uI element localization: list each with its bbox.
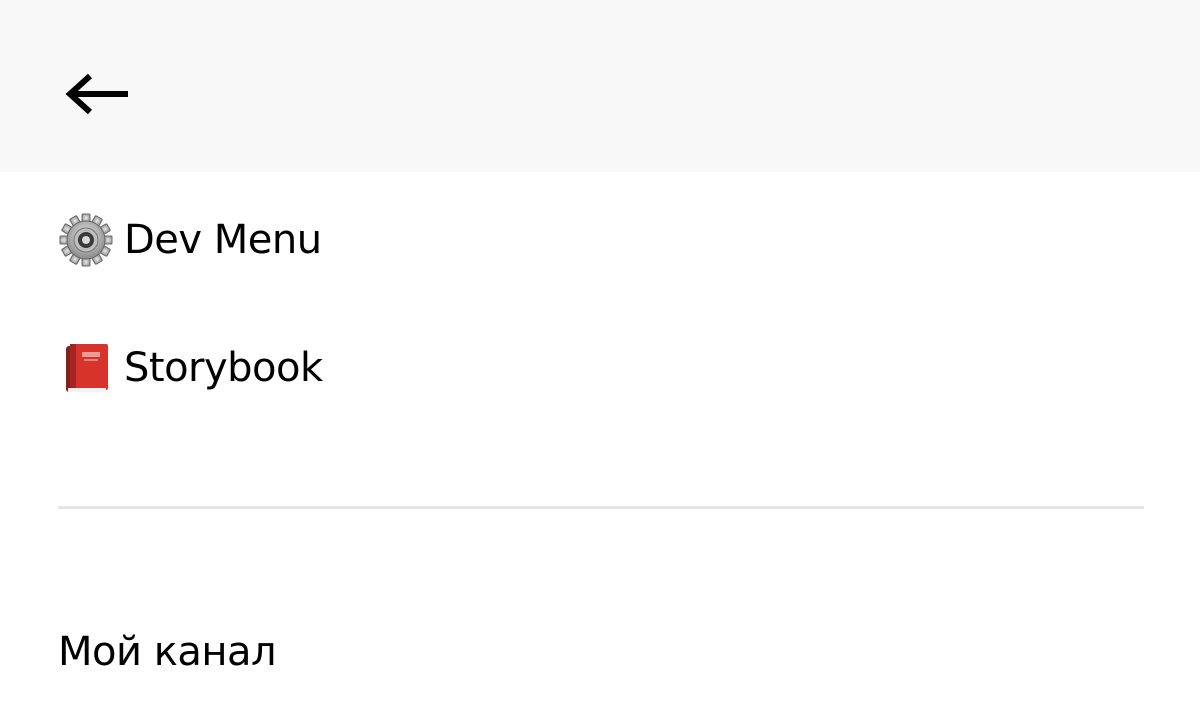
menu-item-label: Dev Menu	[124, 217, 322, 263]
menu-item-label: Storybook	[124, 345, 323, 391]
book-icon	[58, 340, 114, 396]
arrow-left-icon	[65, 73, 128, 115]
divider	[58, 506, 1144, 509]
menu-item-storybook[interactable]: Storybook	[58, 328, 323, 408]
my-channel-link[interactable]: Мой канал	[58, 620, 277, 684]
menu-item-dev-menu[interactable]: Dev Menu	[58, 200, 322, 280]
header-bar	[0, 0, 1200, 172]
back-button[interactable]	[56, 64, 140, 124]
gear-icon	[58, 212, 114, 268]
